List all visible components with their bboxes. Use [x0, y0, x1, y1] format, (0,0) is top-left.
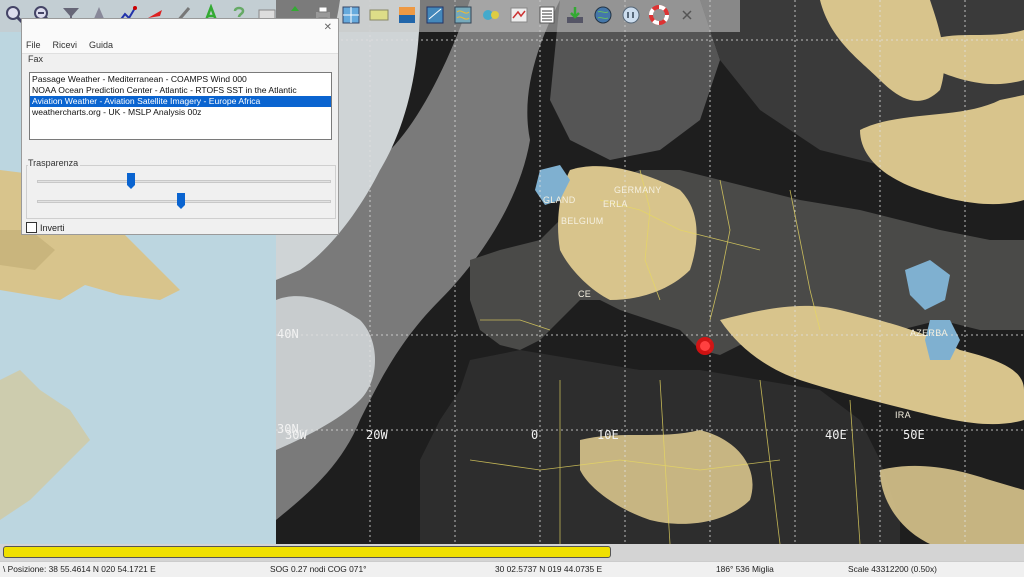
- scale-icon: [620, 4, 642, 28]
- fax-group-label: Fax: [28, 54, 44, 64]
- lifebuoy-button[interactable]: [647, 4, 671, 28]
- dialog-close-icon[interactable]: ✕: [324, 22, 332, 33]
- download-icon: [564, 4, 586, 28]
- lon-label-20w: 20W: [366, 428, 388, 442]
- lon-label-30w: 30W: [285, 428, 307, 442]
- progress-row: [0, 544, 1024, 561]
- status-bar: \ Posizione: 38 55.4614 N 020 54.1721 E …: [0, 561, 1024, 577]
- country-label-france: CE: [578, 289, 592, 299]
- fax-list-item[interactable]: NOAA Ocean Prediction Center - Atlantic …: [30, 85, 331, 96]
- dialog-menu-bar: File Ricevi Guida: [22, 36, 338, 54]
- fax-list-item-selected[interactable]: Aviation Weather - Aviation Satellite Im…: [30, 96, 331, 107]
- fax-list[interactable]: Passage Weather - Mediterranean - COAMPS…: [29, 72, 332, 140]
- weather-fax-button[interactable]: [507, 4, 531, 28]
- transparency-label: Trasparenza: [28, 158, 81, 168]
- list-icon: [536, 4, 558, 28]
- invert-checkbox-row[interactable]: Inverti: [26, 222, 65, 233]
- tides-button[interactable]: [479, 4, 503, 28]
- status-bearing-distance: 186° 536 Miglia: [716, 564, 774, 574]
- lon-label-40e: 40E: [825, 428, 847, 442]
- country-label-netherlands: ERLA: [603, 199, 628, 209]
- weather-fax-icon: [508, 4, 530, 28]
- status-position: \ Posizione: 38 55.4614 N 020 54.1721 E: [3, 564, 156, 574]
- list-button[interactable]: [535, 4, 559, 28]
- menu-file[interactable]: File: [26, 40, 41, 50]
- ship-marker: [696, 337, 714, 355]
- chart-grid-button[interactable]: [339, 4, 363, 28]
- menu-ricevi[interactable]: Ricevi: [53, 40, 78, 50]
- waves-icon: [396, 4, 418, 28]
- chart-layer-icon: [368, 4, 390, 28]
- fax-list-item[interactable]: Passage Weather - Mediterranean - COAMPS…: [30, 74, 331, 85]
- invert-label: Inverti: [40, 222, 65, 233]
- invert-checkbox[interactable]: [26, 222, 37, 233]
- grib-button[interactable]: [423, 4, 447, 28]
- status-cursor-position: 30 02.5737 N 019 44.0735 E: [495, 564, 603, 574]
- waves-button[interactable]: [395, 4, 419, 28]
- globe-button[interactable]: [591, 4, 615, 28]
- chart-layer-button[interactable]: [367, 4, 391, 28]
- globe-icon: [592, 4, 614, 28]
- country-label-belgium: BELGIUM: [561, 216, 604, 226]
- status-scale: Scale 43312200 (0.50x): [848, 564, 937, 574]
- lon-label-10e: 10E: [597, 428, 619, 442]
- menu-guida[interactable]: Guida: [89, 40, 113, 50]
- second-slider-thumb[interactable]: [177, 193, 186, 209]
- close-icon: [676, 4, 698, 28]
- fax-list-item[interactable]: weathercharts.org - UK - MSLP Analysis 0…: [30, 107, 331, 118]
- tides-icon: [480, 4, 502, 28]
- country-label-iran: IRA: [895, 410, 911, 420]
- country-label-germany: GERMANY: [614, 185, 662, 195]
- country-label-azerbaijan: AZERBA: [910, 328, 948, 338]
- progress-bar: [3, 546, 611, 558]
- close-toolbar-button[interactable]: [675, 4, 699, 28]
- transparency-slider-thumb[interactable]: [127, 173, 136, 189]
- lifebuoy-icon: [648, 4, 670, 28]
- country-label-england: GLAND: [543, 195, 576, 205]
- grib-icon: [424, 4, 446, 28]
- transparency-slider-track[interactable]: [37, 180, 331, 183]
- dialog-titlebar: ✕: [22, 19, 338, 36]
- lat-label-40n: 40N: [277, 327, 299, 341]
- scale-button[interactable]: [619, 4, 643, 28]
- grib-wind-icon: [452, 4, 474, 28]
- chart-grid-icon: [340, 4, 362, 28]
- download-button[interactable]: [563, 4, 587, 28]
- grib-wind-button[interactable]: [451, 4, 475, 28]
- lon-label-0: 0: [531, 428, 539, 442]
- transparency-group: [26, 165, 336, 219]
- weather-fax-dialog: ✕ File Ricevi Guida Fax Passage Weather …: [21, 18, 339, 235]
- lon-label-50e: 50E: [903, 428, 925, 442]
- status-sog-cog: SOG 0.27 nodi COG 071°: [270, 564, 367, 574]
